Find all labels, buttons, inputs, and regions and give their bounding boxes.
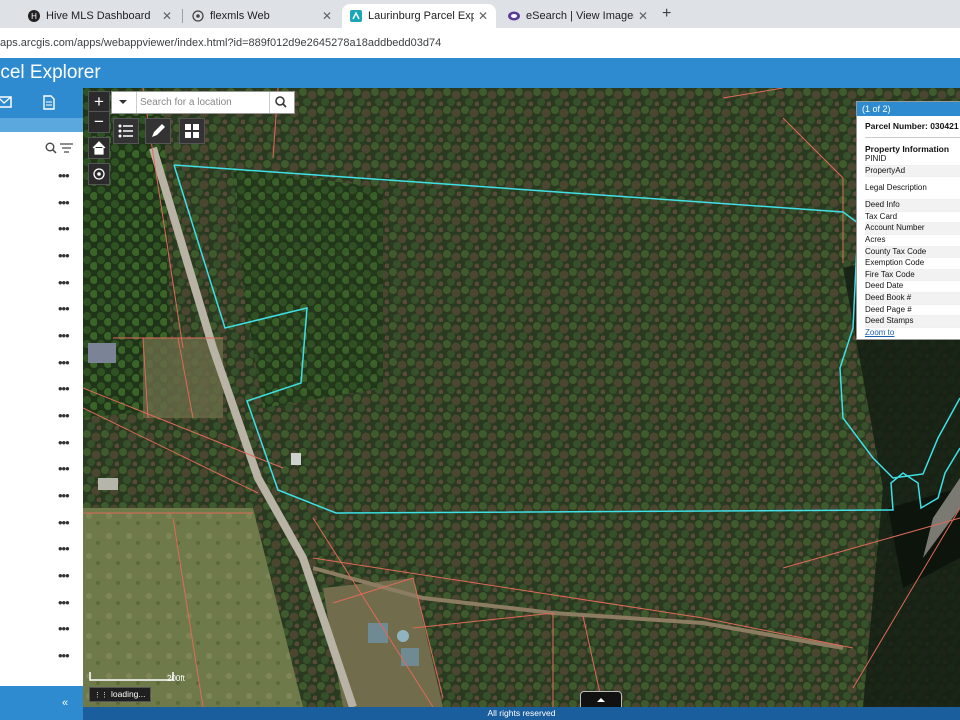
search-input[interactable]	[140, 94, 268, 110]
popup-section-title: Property Information	[865, 144, 950, 154]
layer-options-menu[interactable]: •••	[58, 516, 70, 529]
tab-laurinburg-parcel-explorer[interactable]: Laurinburg Parcel Explorer ✕	[342, 4, 496, 28]
filter-list-icon[interactable]	[60, 141, 74, 159]
layer-list-button[interactable]	[113, 118, 139, 144]
close-tab-icon[interactable]: ✕	[478, 9, 488, 23]
layer-list: ••• ••• ••• ••• ••• ••• ••• ••• ••• ••• …	[0, 132, 83, 686]
layer-options-menu[interactable]: •••	[58, 542, 70, 555]
map-view[interactable]: + −	[83, 88, 960, 707]
layer-options-menu[interactable]: •••	[58, 436, 70, 449]
grid-icon	[180, 124, 204, 147]
app-title: rcel Explorer	[0, 62, 101, 83]
field-deed-page: Deed Page #	[865, 305, 960, 317]
parcel-popup: (1 of 2) Parcel Number: 030421 0 Propert…	[856, 101, 960, 340]
layer-options-menu[interactable]: •••	[58, 622, 70, 635]
home-button[interactable]	[88, 137, 110, 159]
caret-down-icon	[112, 99, 134, 116]
field-deed-info: Deed Info	[865, 200, 960, 212]
tab-flexmls-web[interactable]: flexmls Web ✕	[184, 4, 340, 28]
field-deed-book: Deed Book #	[865, 292, 960, 305]
satellite-imagery	[83, 88, 960, 707]
document-icon[interactable]	[43, 95, 55, 115]
attribution-bar: All rights reserved	[83, 707, 960, 720]
home-icon	[92, 140, 106, 159]
layer-options-menu[interactable]: •••	[58, 169, 70, 182]
basemap-gallery-button[interactable]	[179, 118, 205, 144]
scale-label: 200ft	[167, 674, 185, 683]
tab-label: Hive MLS Dashboard	[46, 10, 151, 22]
url-text[interactable]: aps.arcgis.com/apps/webappviewer/index.h…	[0, 37, 441, 49]
tab-esearch-view-images[interactable]: eSearch | View Images ✕	[500, 4, 656, 28]
layer-options-menu[interactable]: •••	[58, 276, 70, 289]
list-icon	[114, 124, 138, 147]
svg-text:H: H	[31, 12, 37, 21]
layer-options-menu[interactable]: •••	[58, 329, 70, 342]
field-account-number: Account Number	[865, 223, 960, 235]
field-deed-date: Deed Date	[865, 281, 960, 293]
search-icon	[270, 96, 292, 116]
layer-options-menu[interactable]: •••	[58, 249, 70, 262]
dots-icon: ⋮⋮	[94, 692, 108, 699]
field-legal-description: Legal Description	[865, 177, 960, 201]
layer-options-menu[interactable]: •••	[58, 569, 70, 582]
layer-options-menu[interactable]: •••	[58, 462, 70, 475]
field-pinid: PINID	[865, 154, 960, 166]
locate-icon	[92, 166, 106, 185]
my-location-button[interactable]	[88, 163, 110, 185]
left-panel-footer: «	[0, 686, 83, 720]
layer-options-menu[interactable]: •••	[58, 596, 70, 609]
field-deed-stamps: Deed Stamps	[865, 316, 960, 328]
layer-options-menu[interactable]: •••	[58, 356, 70, 369]
close-tab-icon[interactable]: ✕	[638, 9, 648, 23]
popup-title: Parcel Number: 030421 0	[865, 121, 960, 131]
new-tab-button[interactable]: +	[662, 5, 671, 23]
zoom-out-button[interactable]: −	[88, 111, 110, 133]
close-tab-icon[interactable]: ✕	[322, 9, 332, 23]
field-fire-tax-code: Fire Tax Code	[865, 269, 960, 282]
address-bar[interactable]: aps.arcgis.com/apps/webappviewer/index.h…	[0, 28, 960, 59]
left-panel-tab-strip	[0, 118, 83, 132]
tab-label: flexmls Web	[210, 10, 270, 22]
field-exemption-code: Exemption Code	[865, 258, 960, 270]
loading-indicator: ⋮⋮ loading...	[89, 687, 151, 702]
search-icon[interactable]	[45, 141, 57, 159]
layer-options-menu[interactable]: •••	[58, 409, 70, 422]
left-panel: ••• ••• ••• ••• ••• ••• ••• ••• ••• ••• …	[0, 88, 83, 720]
close-tab-icon[interactable]: ✕	[162, 9, 172, 23]
layer-options-menu[interactable]: •••	[58, 489, 70, 502]
tab-label: Laurinburg Parcel Explorer	[368, 10, 474, 22]
zoom-in-button[interactable]: +	[88, 91, 110, 113]
field-county-tax-code: County Tax Code	[865, 246, 960, 259]
field-tax-card: Tax Card	[865, 212, 960, 224]
left-panel-toolbar	[0, 88, 83, 118]
layer-options-menu[interactable]: •••	[58, 196, 70, 209]
browser-tab-bar: H Hive MLS Dashboard ✕ flexmls Web ✕ Lau…	[0, 0, 960, 28]
search-source-dropdown[interactable]	[112, 92, 137, 113]
location-pin-icon	[192, 10, 204, 22]
search-button[interactable]	[269, 92, 294, 113]
field-acres: Acres	[865, 235, 960, 247]
envelope-icon[interactable]	[0, 95, 12, 114]
loading-text: loading...	[111, 689, 146, 699]
arcgis-icon	[350, 10, 362, 22]
esearch-icon	[508, 10, 520, 22]
scale-bar: 200ft	[89, 672, 185, 684]
location-search	[111, 91, 295, 114]
pencil-icon	[146, 124, 170, 147]
zoom-to-link[interactable]: Zoom to	[857, 328, 960, 337]
collapse-panel-button[interactable]: «	[62, 697, 68, 709]
tab-hive-mls-dashboard[interactable]: H Hive MLS Dashboard ✕	[20, 4, 180, 28]
layer-options-menu[interactable]: •••	[58, 382, 70, 395]
layer-options-menu[interactable]: •••	[58, 649, 70, 662]
popup-pager[interactable]: (1 of 2)	[857, 102, 960, 116]
hive-icon: H	[28, 10, 40, 22]
tab-label: eSearch | View Images	[526, 10, 634, 22]
attribution-text: All rights reserved	[487, 708, 556, 718]
field-propertyad: PropertyAd	[865, 165, 960, 178]
layer-options-menu[interactable]: •••	[58, 302, 70, 315]
app-header: rcel Explorer	[0, 58, 960, 88]
layer-options-menu[interactable]: •••	[58, 222, 70, 235]
draw-button[interactable]	[145, 118, 171, 144]
